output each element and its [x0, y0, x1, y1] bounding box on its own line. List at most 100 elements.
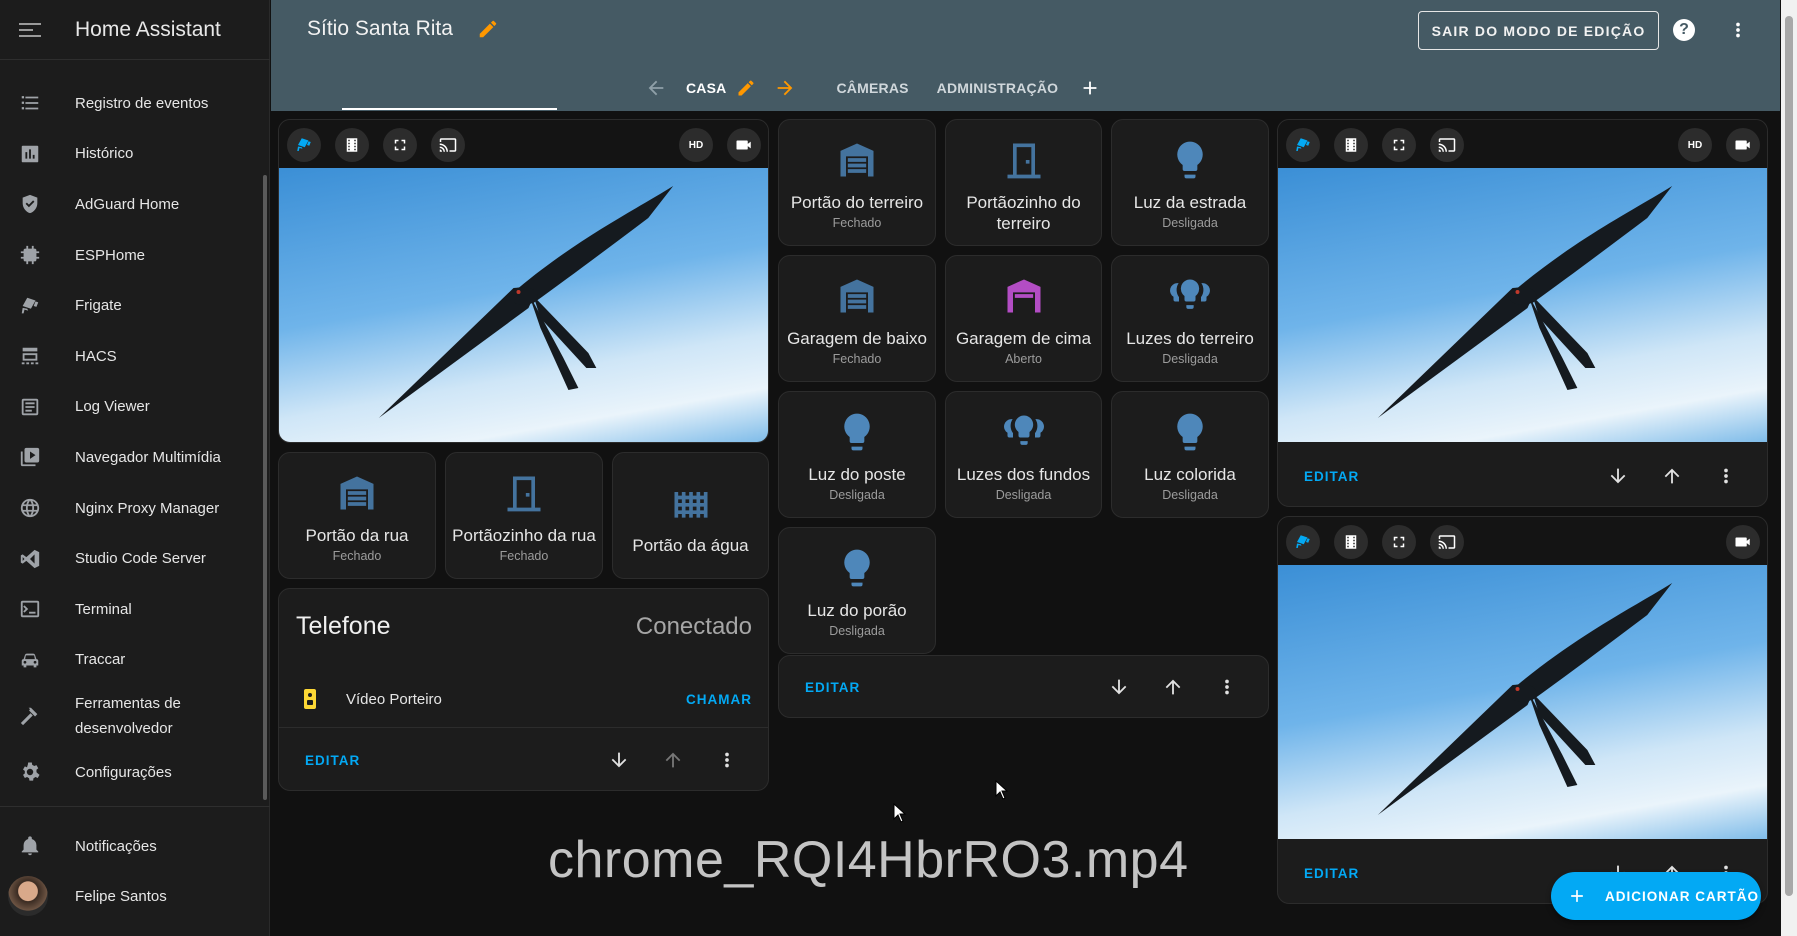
sidebar-item-log-viewer[interactable]: Log Viewer — [0, 382, 262, 433]
sidebar-item-esphome[interactable]: ESPHome — [0, 230, 262, 281]
intercom-row[interactable]: Vídeo Porteiro CHAMAR — [279, 679, 768, 719]
sidebar-item-media-browser[interactable]: Navegador Multimídia — [0, 432, 262, 483]
sidebar-item-settings[interactable]: Configurações — [0, 747, 262, 798]
sidebar-item-user[interactable]: Felipe Santos — [0, 871, 270, 921]
camera-card[interactable]: HD — [278, 119, 769, 443]
cast-icon[interactable] — [1430, 525, 1464, 559]
sidebar-item-frigate[interactable]: Frigate — [0, 280, 262, 331]
video-filename-overlay: chrome_RQI4HbrRO3.mp4 — [548, 831, 1189, 889]
sidebar-item-label: Traccar — [75, 651, 126, 669]
tile-luz-colorida[interactable]: Luz colorida Desligada — [1111, 391, 1269, 518]
tile-name: Portãozinho do terreiro — [966, 193, 1081, 233]
arrow-up-icon[interactable] — [1161, 675, 1185, 699]
tile-luz-porao[interactable]: Luz do porão Desligada — [778, 527, 936, 654]
hd-icon[interactable]: HD — [1678, 128, 1712, 162]
arrow-up-icon[interactable] — [1660, 464, 1684, 488]
tab-administration[interactable]: ADMINISTRAÇÃO — [937, 80, 1059, 96]
tile-portao-rua[interactable]: Portão da rua Fechado — [278, 452, 436, 579]
tab-cameras[interactable]: CÂMERAS — [836, 80, 908, 96]
frigate-icon[interactable] — [1286, 525, 1320, 559]
cast-icon[interactable] — [1430, 128, 1464, 162]
lightbulb-icon — [1166, 408, 1214, 456]
sidebar-item-label: Registro de eventos — [75, 94, 209, 112]
exit-edit-mode-button[interactable]: SAIR DO MODO DE EDIÇÃO — [1418, 11, 1659, 50]
sidebar-scrollbar[interactable] — [263, 175, 267, 800]
frigate-icon[interactable] — [287, 128, 321, 162]
video-camera-icon[interactable] — [727, 128, 761, 162]
more-vertical-icon[interactable] — [1714, 464, 1738, 488]
fullscreen-icon[interactable] — [1382, 128, 1416, 162]
tile-luz-estrada[interactable]: Luz da estrada Desligada — [1111, 119, 1269, 246]
arrow-down-icon[interactable] — [1107, 675, 1131, 699]
filmstrip-icon[interactable] — [1334, 128, 1368, 162]
fullscreen-icon[interactable] — [1382, 525, 1416, 559]
tile-name: Luz colorida — [1144, 465, 1236, 484]
tab-casa[interactable]: CASA — [686, 80, 726, 96]
add-view-icon[interactable] — [1078, 76, 1102, 100]
camera-image[interactable] — [1278, 565, 1767, 839]
fullscreen-icon[interactable] — [383, 128, 417, 162]
tile-luz-poste[interactable]: Luz do poste Desligada — [778, 391, 936, 518]
help-icon[interactable]: ? — [1673, 19, 1695, 41]
sidebar-item-label: Configurações — [75, 763, 172, 781]
filmstrip-icon[interactable] — [1334, 525, 1368, 559]
arrow-right-icon[interactable] — [773, 76, 797, 100]
more-vertical-icon[interactable] — [715, 748, 739, 772]
tile-portao-agua[interactable]: Portão da água — [612, 452, 769, 579]
lightbulb-icon — [833, 544, 881, 592]
page-scrollbar[interactable] — [1781, 0, 1797, 936]
pencil-icon[interactable] — [477, 18, 499, 40]
pencil-icon[interactable] — [734, 76, 758, 100]
sidebar-item-traccar[interactable]: Traccar — [0, 635, 262, 686]
sidebar-item-developer-tools[interactable]: Ferramentas de desenvolvedor — [0, 685, 262, 747]
lightbulb-icon — [833, 408, 881, 456]
sidebar-item-code-server[interactable]: Studio Code Server — [0, 533, 262, 584]
sidebar-item-logbook[interactable]: Registro de eventos — [0, 78, 262, 129]
camera-image[interactable] — [1278, 168, 1767, 442]
sidebar-item-nginx[interactable]: Nginx Proxy Manager — [0, 483, 262, 534]
tile-garagem-cima[interactable]: Garagem de cima Aberto — [945, 255, 1102, 382]
sidebar-item-hacs[interactable]: HACS — [0, 331, 262, 382]
tile-portaozinho-terreiro[interactable]: Portãozinho do terreiro — [945, 119, 1102, 246]
cast-icon[interactable] — [431, 128, 465, 162]
sidebar-item-label: Terminal — [75, 600, 132, 618]
video-camera-icon[interactable] — [1726, 128, 1760, 162]
more-vertical-icon[interactable] — [1215, 675, 1239, 699]
sidebar-item-history[interactable]: Histórico — [0, 129, 262, 180]
edit-button[interactable]: EDITAR — [805, 680, 860, 695]
edit-button[interactable]: EDITAR — [1304, 866, 1359, 881]
garage-icon — [833, 136, 881, 184]
arrow-up-icon[interactable] — [661, 748, 685, 772]
car-icon — [19, 649, 41, 671]
camera-toolbar — [1278, 517, 1767, 565]
hd-icon[interactable]: HD — [679, 128, 713, 162]
tile-name: Luzes do terreiro — [1126, 329, 1254, 348]
lightbulb-group-icon — [1166, 272, 1214, 320]
camera-image[interactable] — [279, 168, 768, 442]
arrow-down-icon[interactable] — [607, 748, 631, 772]
sidebar-item-terminal[interactable]: Terminal — [0, 584, 262, 635]
arrow-left-icon[interactable] — [644, 76, 668, 100]
tile-garagem-baixo[interactable]: Garagem de baixo Fechado — [778, 255, 936, 382]
door-icon — [500, 469, 548, 517]
frigate-icon[interactable] — [1286, 128, 1320, 162]
sidebar-item-notifications[interactable]: Notificações — [0, 821, 270, 871]
tile-luzes-fundos[interactable]: Luzes dos fundos Desligada — [945, 391, 1102, 518]
tile-portaozinho-rua[interactable]: Portãozinho da rua Fechado — [445, 452, 603, 579]
add-card-button[interactable]: ADICIONAR CARTÃO — [1551, 872, 1761, 920]
edit-button[interactable]: EDITAR — [1304, 469, 1359, 484]
video-camera-icon[interactable] — [1726, 525, 1760, 559]
tile-luzes-terreiro[interactable]: Luzes do terreiro Desligada — [1111, 255, 1269, 382]
menu-icon[interactable] — [19, 22, 41, 37]
garage-icon — [833, 272, 881, 320]
arrow-down-icon[interactable] — [1606, 464, 1630, 488]
sidebar-item-adguard[interactable]: AdGuard Home — [0, 179, 262, 230]
filmstrip-icon[interactable] — [335, 128, 369, 162]
camera-card[interactable]: HD EDITAR — [1277, 119, 1768, 507]
call-button[interactable]: CHAMAR — [686, 692, 752, 707]
edit-button[interactable]: EDITAR — [305, 753, 360, 768]
tile-portao-terreiro[interactable]: Portão do terreiro Fechado — [778, 119, 936, 246]
more-vertical-icon[interactable] — [1727, 19, 1749, 41]
camera-card[interactable]: EDITAR — [1277, 516, 1768, 904]
tile-name: Luz do poste — [808, 465, 906, 484]
